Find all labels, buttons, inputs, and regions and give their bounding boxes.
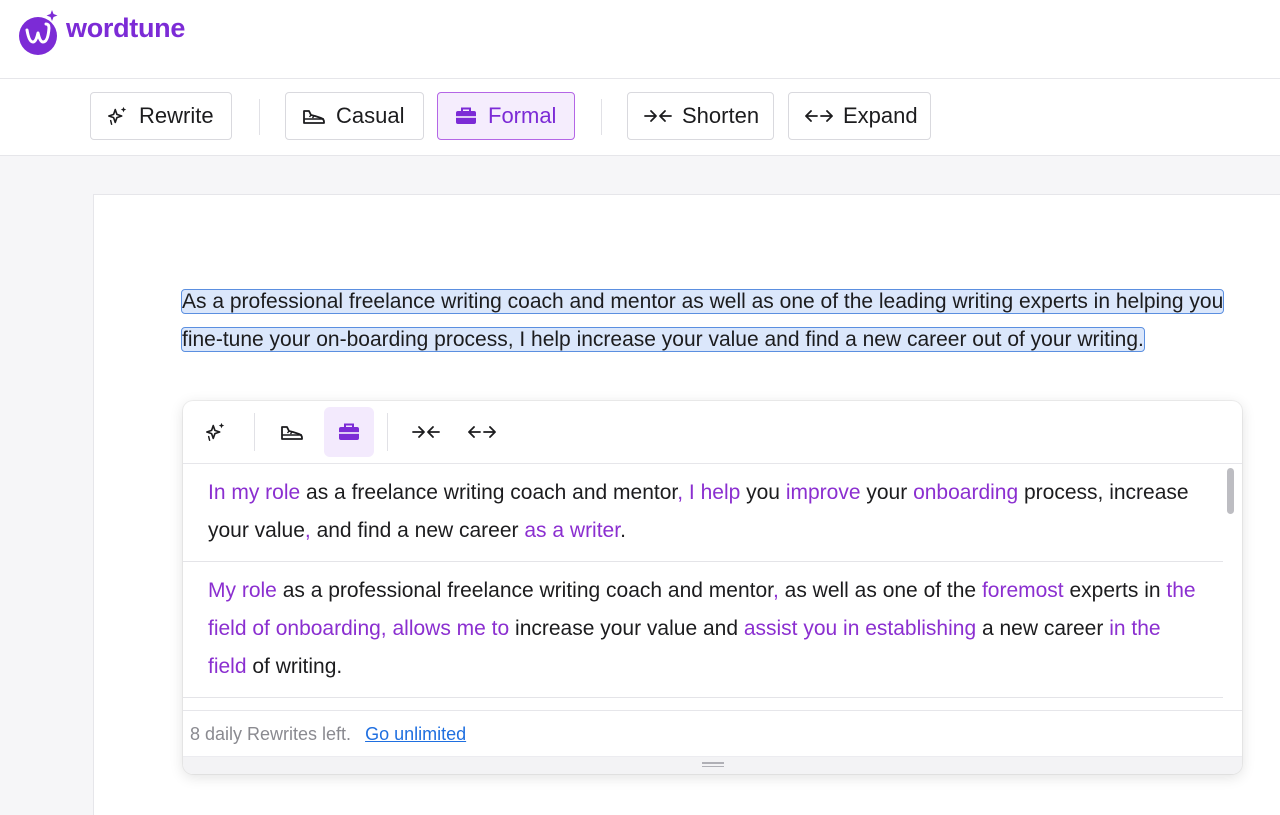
- unchanged-text: you: [740, 481, 786, 504]
- text-selection[interactable]: As a professional freelance writing coac…: [180, 289, 1225, 352]
- suggestions-popup: In my role as a freelance writing coach …: [183, 401, 1242, 774]
- expand-arrows-icon: [805, 110, 833, 122]
- top-bar: wordtune: [0, 0, 1280, 79]
- suggestion-item[interactable]: My role as a professional freelance writ…: [183, 562, 1223, 698]
- shorten-arrows-icon: [644, 110, 672, 122]
- toolbar-divider: [259, 99, 260, 135]
- briefcase-icon: [456, 107, 476, 124]
- unchanged-text: of writing.: [246, 655, 343, 678]
- popup-rewrite-button[interactable]: [191, 407, 241, 457]
- expand-label: Expand: [843, 103, 918, 128]
- sneaker-icon: [281, 426, 303, 440]
- selected-text[interactable]: As a professional freelance writing coac…: [180, 283, 1252, 359]
- shorten-label: Shorten: [682, 103, 760, 128]
- expand-arrows-icon: [468, 426, 496, 438]
- unchanged-text: increase your value and: [509, 617, 744, 640]
- unchanged-text: as a professional freelance writing coac…: [276, 579, 773, 602]
- sneaker-icon: [303, 110, 325, 124]
- changed-text: improve: [785, 481, 861, 504]
- suggestion-list[interactable]: In my role as a freelance writing coach …: [183, 464, 1223, 710]
- popup-casual-button[interactable]: [267, 407, 317, 457]
- wordtune-logo-icon: [18, 8, 58, 55]
- sparkle-icon: [108, 106, 127, 125]
- casual-label: Casual: [336, 103, 405, 128]
- logo[interactable]: wordtune: [18, 8, 186, 55]
- briefcase-icon: [339, 423, 359, 440]
- changed-text: onboarding: [913, 481, 1019, 504]
- sparkle-icon: [206, 422, 225, 441]
- unchanged-text: and find a new career: [310, 519, 525, 542]
- formal-label: Formal: [488, 103, 557, 128]
- popup-toolbar: [183, 401, 1242, 464]
- changed-text: , I help: [677, 481, 741, 504]
- formal-button[interactable]: Formal: [437, 92, 575, 140]
- suggestion-item[interactable]: I am a freelance writing coach and mento…: [183, 698, 1223, 710]
- changed-text: assist you in establishing: [743, 617, 977, 640]
- changed-text: In my role: [208, 481, 301, 504]
- suggestion-scrollbar[interactable]: [1227, 468, 1234, 514]
- shorten-arrows-icon: [412, 426, 440, 438]
- changed-text: foremost: [981, 579, 1064, 602]
- changed-text: as a writer: [524, 519, 621, 542]
- popup-divider: [387, 413, 388, 451]
- shorten-button[interactable]: Shorten: [627, 92, 774, 140]
- unchanged-text: a new career: [976, 617, 1110, 640]
- expand-button[interactable]: Expand: [788, 92, 931, 140]
- popup-shorten-button[interactable]: [401, 407, 451, 457]
- unchanged-text: your: [860, 481, 914, 504]
- unchanged-text: as a freelance writing coach and mentor: [300, 481, 678, 504]
- changed-text: My role: [208, 579, 277, 602]
- rewrite-button[interactable]: Rewrite: [90, 92, 232, 140]
- popup-formal-button[interactable]: [324, 407, 374, 457]
- rewrite-toolbar: Rewrite Casual Formal Shorten Expand: [0, 79, 1280, 156]
- rewrites-quota: 8 daily Rewrites left.: [190, 723, 352, 744]
- go-unlimited-link[interactable]: Go unlimited: [365, 724, 466, 745]
- toolbar-divider: [601, 99, 602, 135]
- popup-divider: [254, 413, 255, 451]
- popup-footer: 8 daily Rewrites left. Go unlimited: [183, 710, 1242, 757]
- unchanged-text: .: [620, 519, 626, 542]
- popup-resize-handle[interactable]: [183, 756, 1242, 774]
- rewrite-label: Rewrite: [139, 103, 214, 128]
- unchanged-text: experts in: [1063, 579, 1167, 602]
- suggestion-item[interactable]: In my role as a freelance writing coach …: [183, 464, 1223, 562]
- popup-expand-button[interactable]: [457, 407, 507, 457]
- grip-icon: [702, 762, 724, 768]
- unchanged-text: as well as one of the: [778, 579, 982, 602]
- app-name: wordtune: [66, 12, 186, 43]
- casual-button[interactable]: Casual: [285, 92, 424, 140]
